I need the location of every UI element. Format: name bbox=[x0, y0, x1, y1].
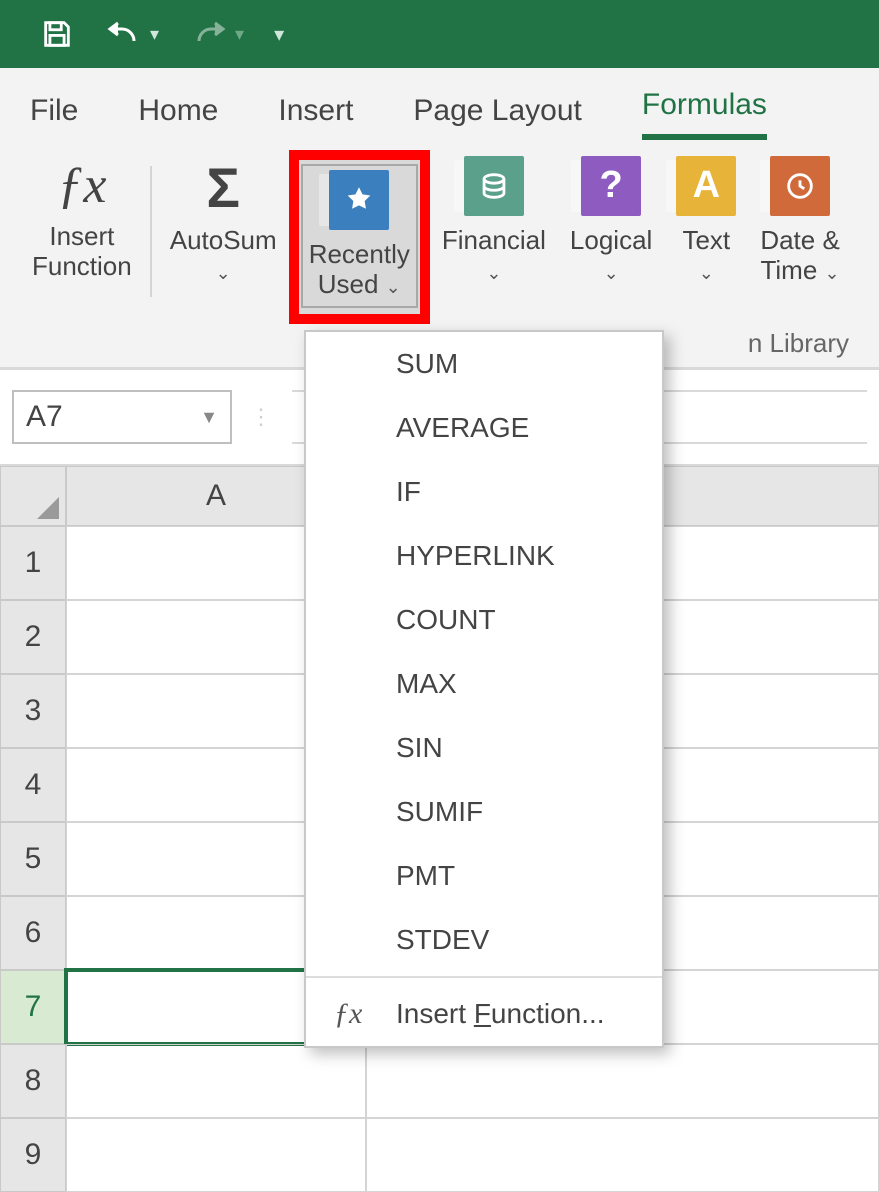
tab-insert[interactable]: Insert bbox=[278, 94, 353, 140]
menu-item-average[interactable]: AVERAGE bbox=[306, 396, 662, 460]
sigma-icon: Σ bbox=[206, 156, 240, 220]
chevron-down-icon[interactable]: ▼ bbox=[200, 407, 218, 428]
autosum-button[interactable]: Σ AutoSum ⌄ bbox=[158, 156, 289, 286]
save-icon[interactable] bbox=[40, 17, 74, 51]
text-button[interactable]: A Text ⌄ bbox=[664, 156, 748, 286]
menu-item-count[interactable]: COUNT bbox=[306, 588, 662, 652]
letter-a-book-icon: A bbox=[676, 156, 736, 216]
cell[interactable] bbox=[66, 1044, 366, 1118]
menu-item-stdev[interactable]: STDEV bbox=[306, 908, 662, 972]
row-header[interactable]: 7 bbox=[0, 970, 66, 1044]
name-box[interactable]: A7 ▼ bbox=[12, 390, 232, 444]
menu-insert-fn-underline: F bbox=[474, 998, 491, 1029]
menu-item-sum[interactable]: SUM bbox=[306, 332, 662, 396]
menu-item-max[interactable]: MAX bbox=[306, 652, 662, 716]
undo-icon[interactable]: ▾ bbox=[104, 19, 159, 49]
tab-page-layout[interactable]: Page Layout bbox=[413, 94, 581, 140]
tab-file[interactable]: File bbox=[30, 94, 78, 140]
row-header[interactable]: 2 bbox=[0, 600, 66, 674]
menu-item-hyperlink[interactable]: HYPERLINK bbox=[306, 524, 662, 588]
clock-book-icon bbox=[770, 156, 830, 216]
chevron-down-icon: ⌄ bbox=[486, 263, 501, 283]
menu-item-sumif[interactable]: SUMIF bbox=[306, 780, 662, 844]
separator bbox=[150, 166, 152, 297]
row-header[interactable]: 6 bbox=[0, 896, 66, 970]
name-box-value: A7 bbox=[26, 400, 63, 434]
recently-used-menu: SUM AVERAGE IF HYPERLINK COUNT MAX SIN S… bbox=[304, 330, 664, 1048]
formula-bar-grip-icon[interactable]: ⋮ bbox=[250, 404, 274, 430]
financial-button[interactable]: Financial ⌄ bbox=[430, 156, 558, 286]
date-time-label: Date &Time ⌄ bbox=[760, 226, 840, 286]
select-all-corner[interactable] bbox=[0, 466, 66, 526]
text-label: Text bbox=[682, 225, 730, 255]
logical-label: Logical bbox=[570, 225, 652, 255]
date-time-button[interactable]: Date &Time ⌄ bbox=[748, 156, 852, 286]
ribbon-group-label: n Library bbox=[748, 328, 849, 359]
redo-icon: ▾ bbox=[189, 19, 244, 49]
menu-insert-fn-prefix: Insert bbox=[396, 998, 474, 1029]
title-bar: ▾ ▾ ▾ bbox=[0, 0, 879, 68]
chevron-down-icon: ⌄ bbox=[604, 263, 619, 283]
insert-function-label: InsertFunction bbox=[32, 222, 132, 282]
star-book-icon bbox=[329, 170, 389, 230]
menu-item-insert-function[interactable]: Insert Function... bbox=[306, 982, 662, 1046]
row-header[interactable]: 8 bbox=[0, 1044, 66, 1118]
autosum-label: AutoSum bbox=[170, 225, 277, 255]
financial-label: Financial bbox=[442, 225, 546, 255]
fx-icon: ƒx bbox=[57, 156, 106, 216]
tab-home[interactable]: Home bbox=[138, 94, 218, 140]
tab-formulas[interactable]: Formulas bbox=[642, 88, 767, 140]
menu-item-if[interactable]: IF bbox=[306, 460, 662, 524]
qat-customize-icon[interactable]: ▾ bbox=[274, 22, 284, 47]
logical-button[interactable]: ? Logical ⌄ bbox=[558, 156, 664, 286]
menu-item-pmt[interactable]: PMT bbox=[306, 844, 662, 908]
coins-book-icon bbox=[464, 156, 524, 216]
menu-item-sin[interactable]: SIN bbox=[306, 716, 662, 780]
chevron-down-icon: ⌄ bbox=[699, 263, 714, 283]
question-book-icon: ? bbox=[581, 156, 641, 216]
row-header[interactable]: 1 bbox=[0, 526, 66, 600]
recently-used-button[interactable]: RecentlyUsed ⌄ bbox=[309, 170, 410, 300]
cell[interactable] bbox=[366, 1118, 879, 1192]
menu-insert-fn-suffix: unction... bbox=[491, 998, 605, 1029]
chevron-down-icon: ⌄ bbox=[216, 263, 231, 283]
cell[interactable] bbox=[66, 1118, 366, 1192]
row-header[interactable]: 9 bbox=[0, 1118, 66, 1192]
recently-used-label: RecentlyUsed ⌄ bbox=[309, 240, 410, 300]
row-header[interactable]: 3 bbox=[0, 674, 66, 748]
recently-used-highlight: RecentlyUsed ⌄ bbox=[289, 150, 430, 324]
cell[interactable] bbox=[366, 1044, 879, 1118]
menu-separator bbox=[306, 976, 662, 978]
ribbon-tabs: File Home Insert Page Layout Formulas bbox=[0, 68, 879, 140]
insert-function-button[interactable]: ƒx InsertFunction bbox=[20, 156, 144, 282]
row-header[interactable]: 4 bbox=[0, 748, 66, 822]
row-header[interactable]: 5 bbox=[0, 822, 66, 896]
